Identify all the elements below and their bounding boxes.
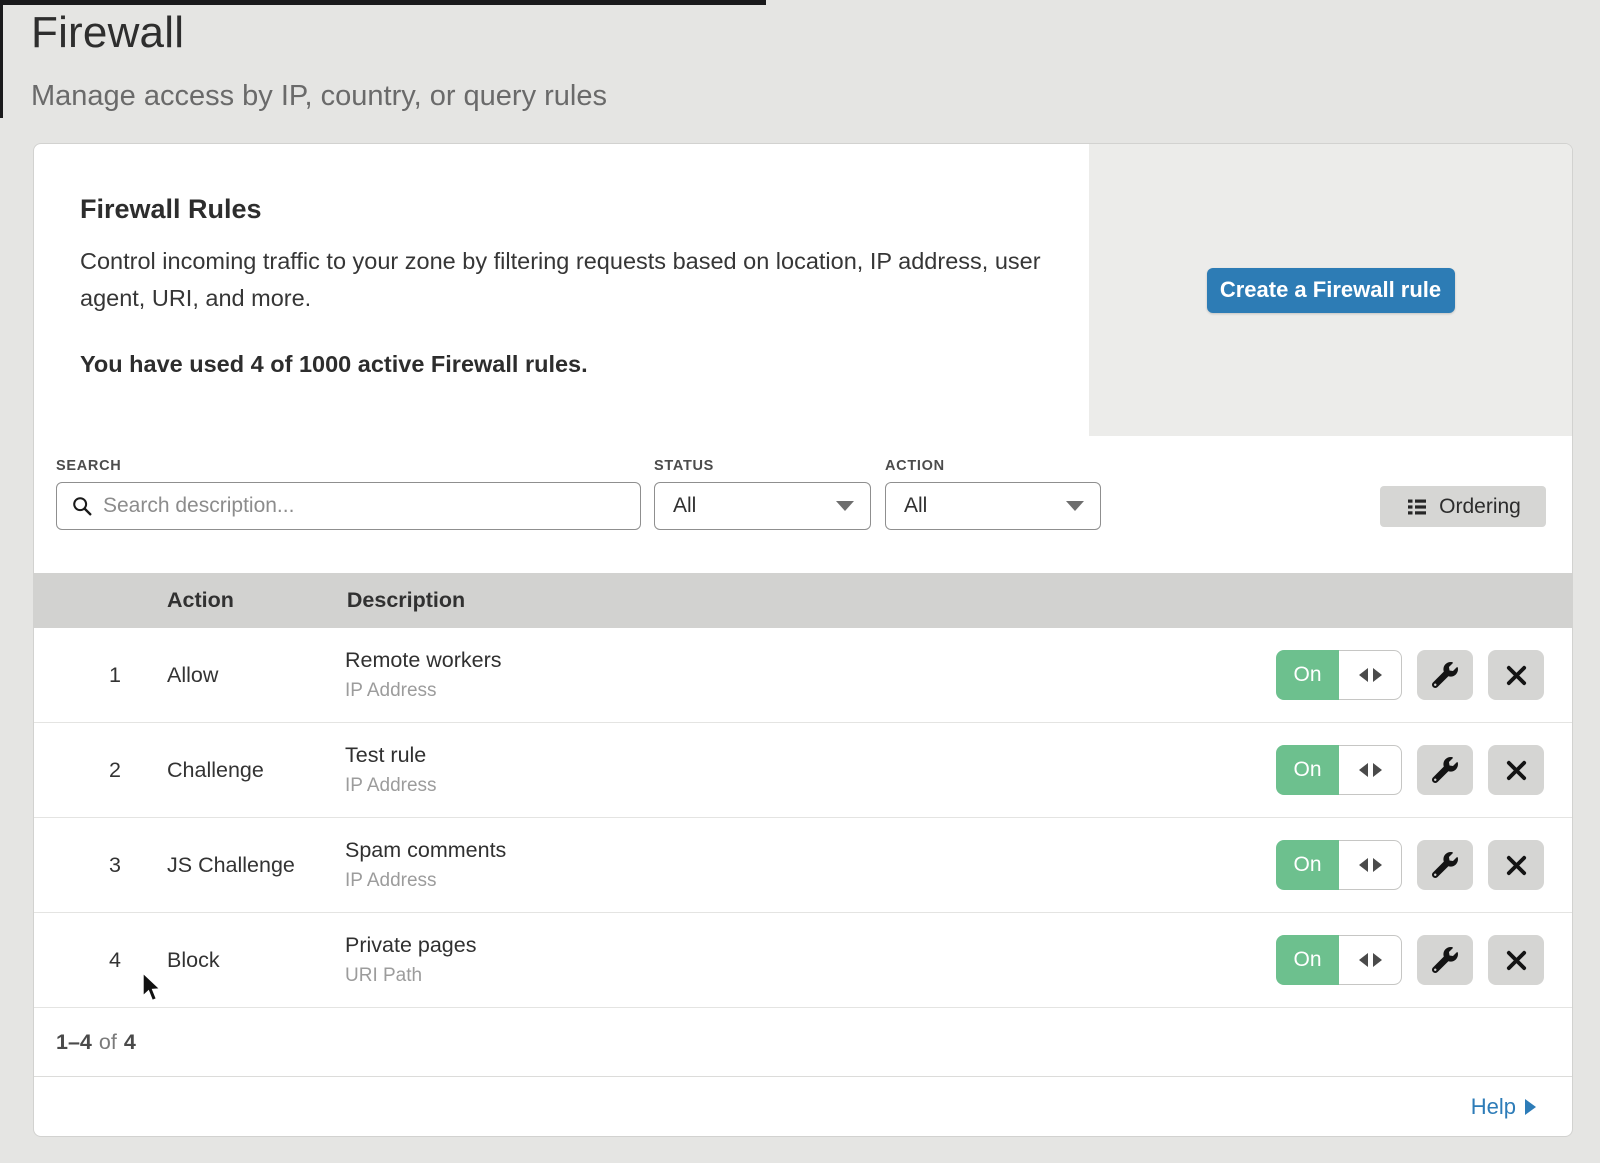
- search-box[interactable]: [56, 482, 641, 530]
- toggle-handle[interactable]: [1339, 650, 1402, 700]
- pagination-of: of: [99, 1030, 117, 1055]
- table-row: 3 JS Challenge Spam comments IP Address …: [34, 818, 1572, 913]
- firewall-page: Firewall Manage access by IP, country, o…: [0, 0, 1600, 1163]
- rule-enabled-toggle[interactable]: On: [1276, 840, 1402, 890]
- table-row: 4 Block Private pages URI Path On: [34, 913, 1572, 1008]
- delete-rule-button[interactable]: [1488, 935, 1544, 985]
- screenshot-edge-artifact-top: [0, 0, 766, 5]
- rule-action: Allow: [167, 663, 299, 688]
- horizontal-arrows-icon: [1359, 763, 1368, 777]
- table-header: Action Description: [34, 573, 1572, 628]
- table-row: 2 Challenge Test rule IP Address On: [34, 723, 1572, 818]
- search-icon: [71, 495, 93, 517]
- rule-description: Spam comments: [345, 838, 1276, 863]
- pagination-status: 1–4 of 4: [56, 1008, 136, 1076]
- toggle-on-segment[interactable]: On: [1276, 840, 1339, 890]
- firewall-rules-card: Create a Firewall rule Firewall Rules Co…: [33, 143, 1573, 1137]
- rule-priority: 1: [34, 663, 121, 688]
- column-header-description: Description: [347, 588, 465, 613]
- wrench-icon: [1432, 852, 1458, 878]
- status-label: STATUS: [654, 458, 714, 474]
- rule-action: Challenge: [167, 758, 299, 783]
- horizontal-arrows-icon: [1359, 953, 1368, 967]
- toggle-handle[interactable]: [1339, 745, 1402, 795]
- status-select[interactable]: All: [654, 482, 871, 530]
- rules-table-body: 1 Allow Remote workers IP Address On: [34, 628, 1572, 1008]
- rule-description: Test rule: [345, 743, 1276, 768]
- toggle-on-segment[interactable]: On: [1276, 745, 1339, 795]
- column-header-action: Action: [167, 588, 234, 613]
- pagination-range: 1–4: [56, 1030, 92, 1055]
- horizontal-arrows-icon: [1373, 953, 1382, 967]
- rule-priority: 4: [34, 948, 121, 973]
- rule-enabled-toggle[interactable]: On: [1276, 650, 1402, 700]
- x-icon: [1505, 854, 1528, 877]
- chevron-down-icon: [1066, 501, 1084, 511]
- rule-action: Block: [167, 948, 299, 973]
- card-title: Firewall Rules: [80, 194, 262, 225]
- action-select-value: All: [904, 494, 927, 518]
- pagination-total: 4: [124, 1030, 136, 1055]
- action-label: ACTION: [885, 458, 945, 474]
- delete-rule-button[interactable]: [1488, 650, 1544, 700]
- screenshot-edge-artifact-left: [0, 0, 3, 118]
- x-icon: [1505, 759, 1528, 782]
- x-icon: [1505, 664, 1528, 687]
- rule-match-type: IP Address: [345, 680, 1276, 702]
- help-link[interactable]: Help: [1471, 1094, 1536, 1120]
- x-icon: [1505, 949, 1528, 972]
- ordering-button[interactable]: Ordering: [1380, 486, 1546, 527]
- edit-rule-button[interactable]: [1417, 650, 1473, 700]
- rule-description: Private pages: [345, 933, 1276, 958]
- chevron-down-icon: [836, 501, 854, 511]
- horizontal-arrows-icon: [1359, 858, 1368, 872]
- horizontal-arrows-icon: [1373, 668, 1382, 682]
- edit-rule-button[interactable]: [1417, 935, 1473, 985]
- ordering-button-label: Ordering: [1439, 495, 1521, 519]
- page-title: Firewall: [31, 8, 184, 58]
- edit-rule-button[interactable]: [1417, 745, 1473, 795]
- card-footer: Help: [34, 1076, 1572, 1137]
- rule-priority: 2: [34, 758, 121, 783]
- rule-action: JS Challenge: [167, 853, 299, 878]
- toggle-handle[interactable]: [1339, 935, 1402, 985]
- search-label: SEARCH: [56, 458, 121, 474]
- rule-enabled-toggle[interactable]: On: [1276, 745, 1402, 795]
- create-rule-panel: Create a Firewall rule: [1089, 144, 1572, 436]
- page-subtitle: Manage access by IP, country, or query r…: [31, 80, 607, 113]
- horizontal-arrows-icon: [1373, 858, 1382, 872]
- action-select[interactable]: All: [885, 482, 1101, 530]
- status-select-value: All: [673, 494, 696, 518]
- card-description: Control incoming traffic to your zone by…: [80, 243, 1045, 317]
- rule-match-type: IP Address: [345, 870, 1276, 892]
- wrench-icon: [1432, 662, 1458, 688]
- rule-match-type: URI Path: [345, 965, 1276, 987]
- rule-priority: 3: [34, 853, 121, 878]
- rules-usage-text: You have used 4 of 1000 active Firewall …: [80, 351, 588, 378]
- toggle-handle[interactable]: [1339, 840, 1402, 890]
- horizontal-arrows-icon: [1359, 668, 1368, 682]
- toggle-on-segment[interactable]: On: [1276, 650, 1339, 700]
- table-row: 1 Allow Remote workers IP Address On: [34, 628, 1572, 723]
- search-input[interactable]: [103, 494, 626, 518]
- toggle-on-segment[interactable]: On: [1276, 935, 1339, 985]
- delete-rule-button[interactable]: [1488, 840, 1544, 890]
- rule-enabled-toggle[interactable]: On: [1276, 935, 1402, 985]
- wrench-icon: [1432, 947, 1458, 973]
- delete-rule-button[interactable]: [1488, 745, 1544, 795]
- help-link-label: Help: [1471, 1094, 1516, 1120]
- horizontal-arrows-icon: [1373, 763, 1382, 777]
- create-firewall-rule-button[interactable]: Create a Firewall rule: [1207, 268, 1455, 313]
- wrench-icon: [1432, 757, 1458, 783]
- rule-description: Remote workers: [345, 648, 1276, 673]
- chevron-right-icon: [1525, 1099, 1536, 1115]
- edit-rule-button[interactable]: [1417, 840, 1473, 890]
- rule-match-type: IP Address: [345, 775, 1276, 797]
- list-ordering-icon: [1405, 495, 1429, 519]
